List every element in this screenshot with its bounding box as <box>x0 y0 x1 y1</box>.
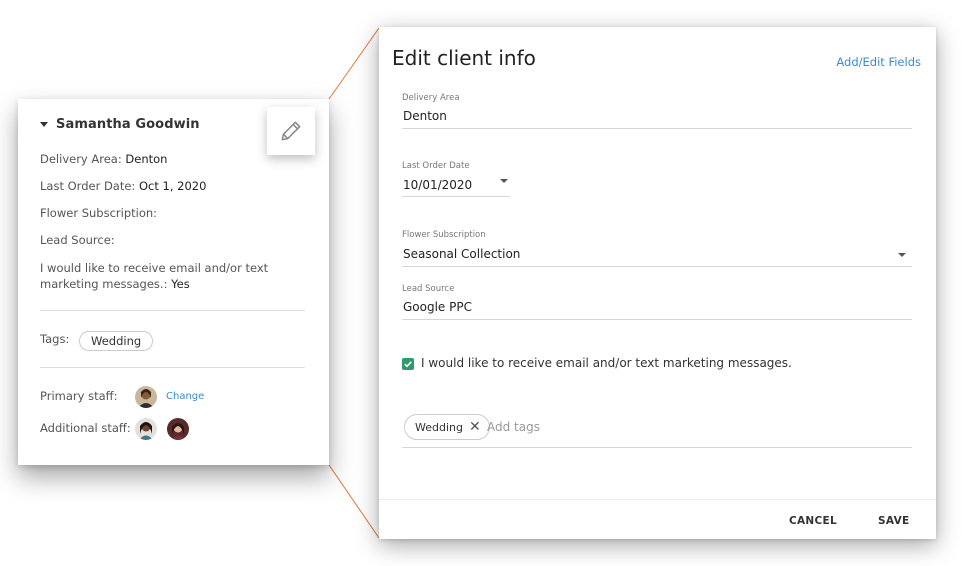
divider <box>40 367 305 368</box>
card-field-label: Delivery Area: <box>40 152 122 166</box>
additional-staff-avatar[interactable] <box>167 418 189 440</box>
tag-chip[interactable]: Wedding ✕ <box>404 414 490 440</box>
add-edit-fields-link[interactable]: Add/Edit Fields <box>836 55 921 69</box>
card-field-marketing-consent: I would like to receive email and/or tex… <box>40 260 300 292</box>
save-button[interactable]: SAVE <box>878 515 909 527</box>
lead-source-input[interactable]: Google PPC <box>403 300 472 314</box>
pencil-icon <box>281 121 301 141</box>
cancel-button[interactable]: CANCEL <box>789 515 837 527</box>
additional-staff-avatar[interactable] <box>135 418 157 440</box>
delivery-area-underline <box>402 128 912 129</box>
card-field-value: Oct 1, 2020 <box>138 179 207 193</box>
card-consent-value: Yes <box>171 277 190 291</box>
last-order-date-label: Last Order Date <box>402 161 470 171</box>
edit-client-dialog: Edit client info Add/Edit Fields Deliver… <box>379 27 936 539</box>
tag-chip[interactable]: Wedding <box>79 331 154 351</box>
card-field-label: Flower Subscription: <box>40 206 158 220</box>
card-tags-label: Tags: <box>40 332 70 346</box>
date-dropdown-arrow-icon[interactable] <box>500 179 508 183</box>
divider <box>40 310 305 311</box>
tags-underline <box>402 447 912 448</box>
card-consent-label: I would like to receive email and/or tex… <box>40 261 269 291</box>
card-field-label: Last Order Date: <box>40 179 136 193</box>
client-name: Samantha Goodwin <box>56 117 200 132</box>
subscription-dropdown-arrow-icon[interactable] <box>898 253 906 257</box>
card-field-lead-source: Lead Source: <box>40 233 115 247</box>
lead-source-label: Lead Source <box>402 284 455 294</box>
card-field-label: Lead Source: <box>40 233 115 247</box>
add-tags-input[interactable]: Add tags <box>487 420 540 434</box>
close-icon[interactable]: ✕ <box>469 420 481 434</box>
primary-staff-avatar[interactable] <box>135 386 157 408</box>
flower-subscription-label: Flower Subscription <box>402 230 486 240</box>
dialog-title: Edit client info <box>392 46 536 70</box>
last-order-date-underline <box>402 196 510 197</box>
client-card-header[interactable]: Samantha Goodwin <box>40 117 200 132</box>
flower-subscription-select[interactable]: Seasonal Collection <box>403 247 520 261</box>
caret-down-icon[interactable] <box>40 122 48 127</box>
card-field-flower-subscription: Flower Subscription: <box>40 206 157 220</box>
flower-subscription-underline <box>402 266 912 267</box>
edit-client-button[interactable] <box>267 107 315 155</box>
marketing-consent-label[interactable]: I would like to receive email and/or tex… <box>421 356 792 370</box>
card-field-last-order-date: Last Order Date: Oct 1, 2020 <box>40 179 206 193</box>
primary-staff-label: Primary staff: <box>40 389 118 403</box>
delivery-area-label: Delivery Area <box>402 93 460 103</box>
last-order-date-input[interactable]: 10/01/2020 <box>403 178 472 192</box>
dialog-footer-divider <box>379 499 936 500</box>
lead-source-underline <box>402 319 912 320</box>
tag-chip-label: Wedding <box>415 420 463 434</box>
checkmark-icon <box>404 361 412 368</box>
change-primary-staff-link[interactable]: Change <box>166 391 204 402</box>
client-card: Samantha Goodwin Delivery Area: Denton L… <box>18 99 329 465</box>
additional-staff-label: Additional staff: <box>40 421 131 435</box>
delivery-area-input[interactable]: Denton <box>403 109 447 123</box>
card-field-value: Denton <box>125 152 168 166</box>
marketing-consent-checkbox[interactable] <box>402 358 414 370</box>
card-field-delivery-area: Delivery Area: Denton <box>40 152 167 166</box>
